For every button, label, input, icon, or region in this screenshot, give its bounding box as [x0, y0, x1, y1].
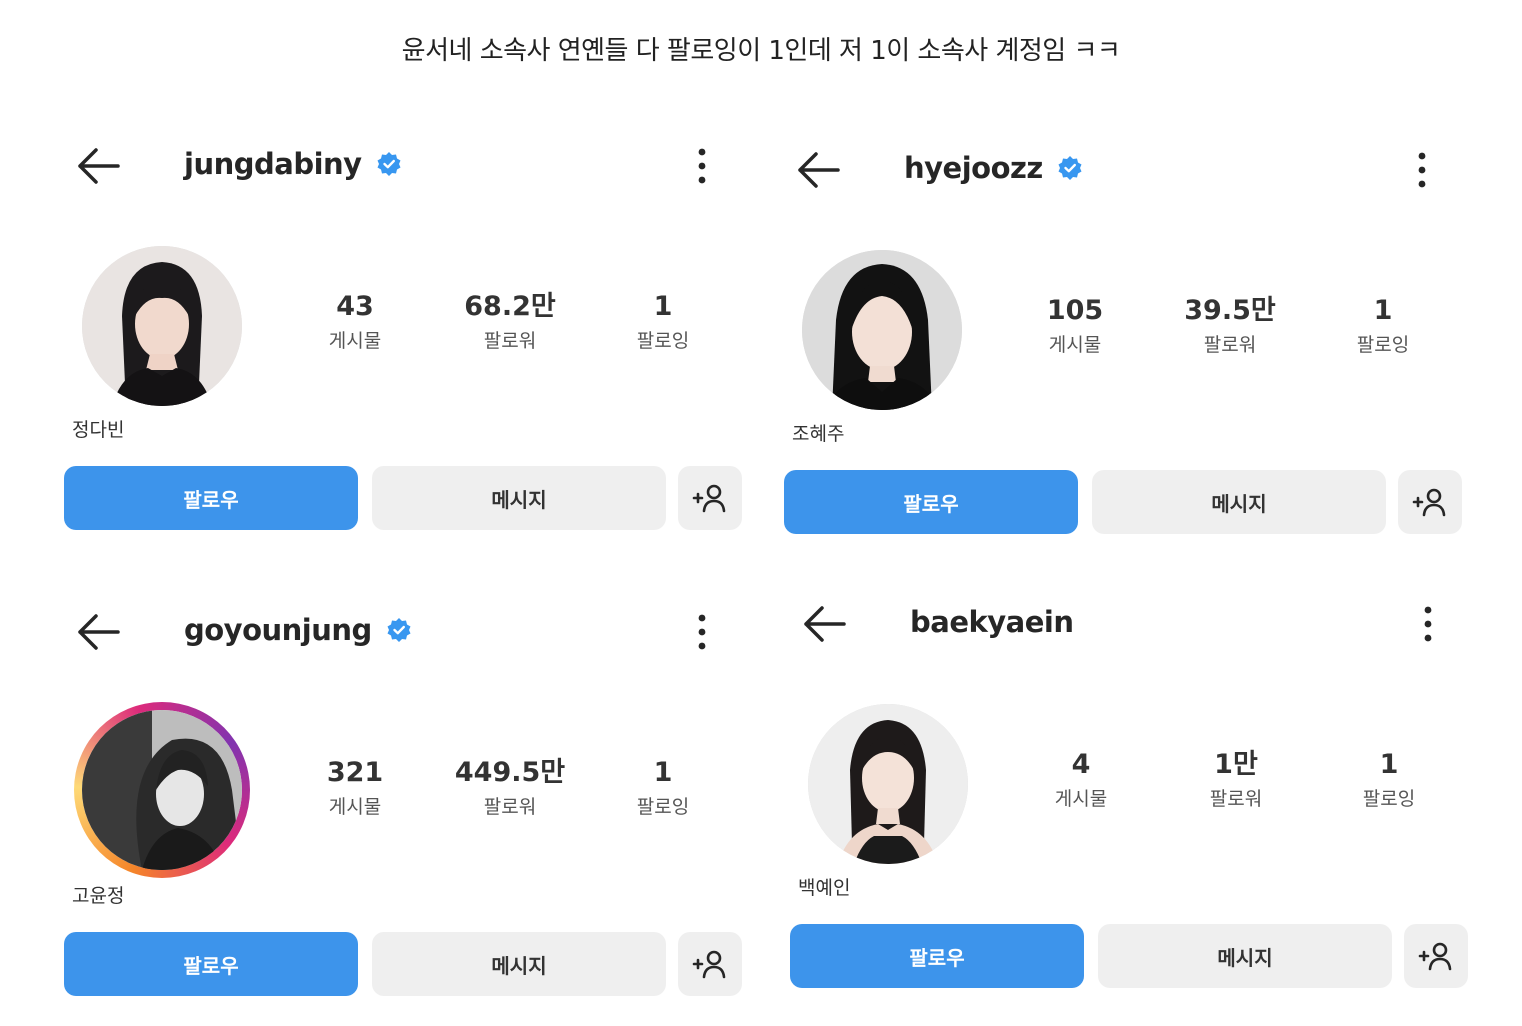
more-options-icon[interactable]: [1410, 148, 1434, 192]
followers-count: 449.5만: [454, 757, 566, 788]
following-label: 팔로잉: [636, 796, 690, 818]
more-options-icon[interactable]: [690, 610, 714, 654]
profile-avatar[interactable]: [82, 246, 242, 406]
posts-stat[interactable]: 43 게시물: [295, 290, 415, 353]
add-person-button[interactable]: [678, 466, 742, 530]
profile-display-name: 백예인: [798, 877, 851, 899]
add-person-icon: [1418, 942, 1452, 971]
add-person-button[interactable]: [1398, 470, 1462, 534]
profile-display-name: 조혜주: [792, 423, 845, 445]
profile-username-row: goyounjung: [184, 606, 412, 654]
profile-username-row: jungdabiny: [184, 140, 402, 188]
more-options-icon[interactable]: [1416, 602, 1440, 646]
following-stat[interactable]: 1 팔로잉: [603, 756, 723, 819]
posts-count: 43: [336, 291, 374, 322]
profile-avatar[interactable]: [802, 250, 962, 410]
post-caption: 윤서네 소속사 연옌들 다 팔로잉이 1인데 저 1이 소속사 계정임 ㅋㅋ: [401, 36, 1121, 66]
posts-count: 4: [1071, 749, 1091, 780]
follow-button[interactable]: 팔로우: [64, 466, 358, 530]
follow-button[interactable]: 팔로우: [784, 470, 1078, 534]
profile-username: baekyaein: [910, 605, 1074, 639]
add-person-button[interactable]: [1404, 924, 1468, 988]
followers-stat[interactable]: 449.5만팔로워: [450, 756, 570, 819]
add-person-icon: [1412, 488, 1446, 517]
add-person-icon: [692, 950, 726, 979]
avatar-photo: [808, 704, 968, 864]
following-stat[interactable]: 1 팔로잉: [1329, 748, 1449, 811]
following-stat[interactable]: 1 팔로잉: [1323, 294, 1443, 357]
profile-card-goyounjung: goyounjung 321 게시물 449.5만팔로워 1 팔로잉 고윤정 팔로우…: [64, 606, 754, 1026]
following-count: 1: [653, 757, 673, 788]
followers-label: 팔로워: [1203, 334, 1257, 356]
message-button[interactable]: 메시지: [372, 466, 666, 530]
avatar-photo: [82, 246, 242, 406]
followers-label: 팔로워: [483, 330, 537, 352]
profile-username-row: hyejoozz: [904, 144, 1083, 192]
add-person-icon: [692, 484, 726, 513]
verified-badge-icon: [377, 152, 401, 176]
profile-username-row: baekyaein: [910, 598, 1074, 646]
profile-display-name: 정다빈: [72, 419, 125, 441]
profile-avatar-story-ring[interactable]: [74, 702, 250, 878]
followers-label: 팔로워: [1209, 788, 1263, 810]
posts-stat[interactable]: 105 게시물: [1015, 294, 1135, 357]
profile-card-jungdabiny: jungdabiny 43 게시물 68.2만팔로워 1 팔로잉 정다빈 팔로우 메…: [64, 140, 754, 560]
followers-label: 팔로워: [483, 796, 537, 818]
profile-display-name: 고윤정: [72, 885, 125, 907]
followers-stat[interactable]: 68.2만팔로워: [450, 290, 570, 353]
followers-count: 68.2만: [464, 291, 556, 322]
verified-badge-icon: [1058, 156, 1082, 180]
following-label: 팔로잉: [636, 330, 690, 352]
back-arrow-icon[interactable]: [72, 142, 124, 190]
follow-button[interactable]: 팔로우: [64, 932, 358, 996]
following-count: 1: [653, 291, 673, 322]
follow-button[interactable]: 팔로우: [790, 924, 1084, 988]
followers-stat[interactable]: 39.5만팔로워: [1170, 294, 1290, 357]
back-arrow-icon[interactable]: [72, 608, 124, 656]
following-count: 1: [1373, 295, 1393, 326]
following-label: 팔로잉: [1362, 788, 1416, 810]
posts-count: 105: [1046, 295, 1104, 326]
followers-stat[interactable]: 1만팔로워: [1176, 748, 1296, 811]
posts-label: 게시물: [328, 330, 382, 352]
message-button[interactable]: 메시지: [1098, 924, 1392, 988]
profile-avatar[interactable]: [808, 704, 968, 864]
message-button[interactable]: 메시지: [372, 932, 666, 996]
more-options-icon[interactable]: [690, 144, 714, 188]
profile-username: jungdabiny: [184, 147, 362, 181]
add-person-button[interactable]: [678, 932, 742, 996]
posts-label: 게시물: [328, 796, 382, 818]
message-button[interactable]: 메시지: [1092, 470, 1386, 534]
avatar-photo: [82, 710, 242, 870]
avatar-photo: [802, 250, 962, 410]
profile-avatar: [82, 710, 242, 870]
posts-count: 321: [326, 757, 384, 788]
profile-card-baekyaein: baekyaein 4 게시물 1만팔로워 1 팔로잉 백예인 팔로우 메시지: [790, 598, 1480, 1018]
profile-username: goyounjung: [184, 613, 372, 647]
following-count: 1: [1379, 749, 1399, 780]
posts-stat[interactable]: 321 게시물: [295, 756, 415, 819]
verified-badge-icon: [387, 618, 411, 642]
profile-username: hyejoozz: [904, 151, 1043, 185]
posts-stat[interactable]: 4 게시물: [1021, 748, 1141, 811]
followers-count: 39.5만: [1184, 295, 1276, 326]
posts-label: 게시물: [1048, 334, 1102, 356]
followers-count: 1만: [1214, 749, 1258, 780]
back-arrow-icon[interactable]: [792, 146, 844, 194]
back-arrow-icon[interactable]: [798, 600, 850, 648]
posts-label: 게시물: [1054, 788, 1108, 810]
profile-card-hyejoozz: hyejoozz 105 게시물 39.5만팔로워 1 팔로잉 조혜주 팔로우 메시…: [784, 144, 1474, 564]
following-stat[interactable]: 1 팔로잉: [603, 290, 723, 353]
following-label: 팔로잉: [1356, 334, 1410, 356]
